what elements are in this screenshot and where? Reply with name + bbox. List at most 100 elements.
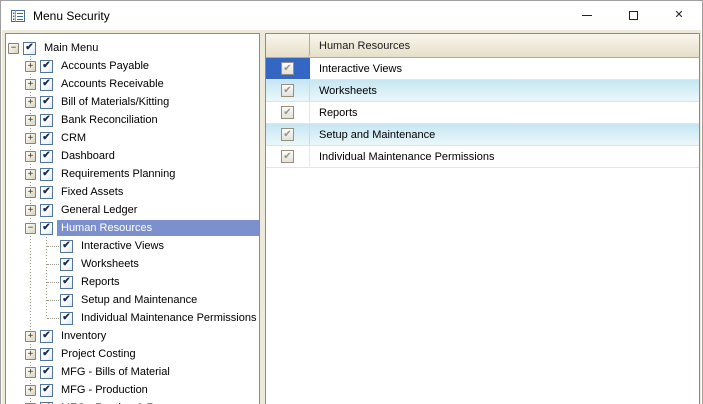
- tree-item-label[interactable]: Interactive Views: [77, 238, 168, 254]
- expand-toggle-icon[interactable]: +: [25, 331, 36, 342]
- tree-item-checkbox[interactable]: ✔: [60, 294, 73, 307]
- grid-checkbox-cell[interactable]: ✔: [266, 102, 310, 123]
- tree-item-checkbox[interactable]: ✔: [40, 132, 53, 145]
- expand-toggle-icon[interactable]: +: [25, 133, 36, 144]
- tree-item-checkbox[interactable]: ✔: [40, 366, 53, 379]
- tree-item-checkbox[interactable]: ✔: [40, 114, 53, 127]
- grid-row-checkbox[interactable]: ✔: [281, 128, 294, 141]
- grid-row-checkbox[interactable]: ✔: [281, 84, 294, 97]
- tree-item-checkbox[interactable]: ✔: [40, 96, 53, 109]
- tree-item-label[interactable]: MFG - Bills of Material: [57, 364, 174, 380]
- tree-item[interactable]: + ✔ CRM: [6, 129, 259, 147]
- grid-row-checkbox[interactable]: ✔: [281, 150, 294, 163]
- tree-item-checkbox[interactable]: ✔: [60, 312, 73, 325]
- expand-toggle-icon[interactable]: +: [25, 385, 36, 396]
- tree-item[interactable]: + ✔ Bank Reconciliation: [6, 111, 259, 129]
- close-button[interactable]: ✕: [656, 1, 702, 30]
- tree-item-checkbox[interactable]: ✔: [60, 240, 73, 253]
- expand-toggle-icon[interactable]: +: [25, 205, 36, 216]
- tree-item-checkbox[interactable]: ✔: [23, 42, 36, 55]
- tree-item-label[interactable]: MFG - Production: [57, 382, 152, 398]
- tree-item[interactable]: + ✔ Accounts Receivable: [6, 75, 259, 93]
- tree-item[interactable]: + ✔ General Ledger: [6, 201, 259, 219]
- tree-item[interactable]: + ✔ Accounts Payable: [6, 57, 259, 75]
- grid-checkbox-cell[interactable]: ✔: [266, 146, 310, 167]
- tree-item[interactable]: + ✔ Inventory: [6, 327, 259, 345]
- tree-item-label[interactable]: General Ledger: [57, 202, 141, 218]
- grid-checkbox-cell[interactable]: ✔: [266, 58, 310, 79]
- minimize-button[interactable]: [564, 1, 610, 30]
- tree-item-checkbox[interactable]: ✔: [40, 222, 53, 235]
- tree-item[interactable]: + ✔ Fixed Assets: [6, 183, 259, 201]
- tree-item-checkbox[interactable]: ✔: [40, 348, 53, 361]
- tree-item-checkbox[interactable]: ✔: [60, 276, 73, 289]
- tree-item[interactable]: − ✔ Main Menu: [6, 39, 259, 57]
- expand-toggle-icon[interactable]: +: [25, 169, 36, 180]
- grid-checkbox-cell[interactable]: ✔: [266, 80, 310, 101]
- grid-checkbox-cell[interactable]: ✔: [266, 124, 310, 145]
- tree-item-checkbox[interactable]: ✔: [60, 258, 73, 271]
- tree-item-checkbox[interactable]: ✔: [40, 150, 53, 163]
- tree-item-label[interactable]: Main Menu: [40, 40, 102, 56]
- tree-item-checkbox[interactable]: ✔: [40, 60, 53, 73]
- tree-item[interactable]: + ✔ MFG - Production: [6, 381, 259, 399]
- tree-item-checkbox[interactable]: ✔: [40, 384, 53, 397]
- grid-row[interactable]: ✔ Individual Maintenance Permissions: [266, 146, 699, 168]
- tree-item[interactable]: + ✔ Project Costing: [6, 345, 259, 363]
- grid-row[interactable]: ✔ Interactive Views: [266, 58, 699, 80]
- tree-item-label[interactable]: CRM: [57, 130, 90, 146]
- tree-item-label[interactable]: Worksheets: [77, 256, 143, 272]
- tree-item[interactable]: + ✔ MFG - Bills of Material: [6, 363, 259, 381]
- check-icon: ✔: [283, 108, 291, 118]
- grid-row[interactable]: ✔ Reports: [266, 102, 699, 124]
- expand-toggle-icon[interactable]: −: [8, 43, 19, 54]
- tree-item-label[interactable]: Bank Reconciliation: [57, 112, 162, 128]
- tree-item-label[interactable]: Accounts Payable: [57, 58, 153, 74]
- tree-item[interactable]: + ✔ Dashboard: [6, 147, 259, 165]
- tree-item[interactable]: + ✔ MFG - Routing & Resources: [6, 399, 259, 404]
- tree-item-label[interactable]: Dashboard: [57, 148, 119, 164]
- grid-row-checkbox[interactable]: ✔: [281, 106, 294, 119]
- grid-row[interactable]: ✔ Setup and Maintenance: [266, 124, 699, 146]
- grid-row-checkbox[interactable]: ✔: [281, 62, 294, 75]
- tree-item-label[interactable]: Inventory: [57, 328, 110, 344]
- tree-item-label[interactable]: Human Resources: [57, 220, 259, 236]
- expand-toggle-icon[interactable]: +: [25, 349, 36, 360]
- expand-toggle-icon[interactable]: +: [25, 151, 36, 162]
- tree-item-checkbox[interactable]: ✔: [40, 204, 53, 217]
- tree-item[interactable]: + ✔ Requirements Planning: [6, 165, 259, 183]
- tree-item[interactable]: ✔ Interactive Views: [6, 237, 259, 255]
- tree-item-label[interactable]: Accounts Receivable: [57, 76, 168, 92]
- maximize-button[interactable]: [610, 1, 656, 30]
- expand-toggle-icon[interactable]: −: [25, 223, 36, 234]
- menu-tree-panel: − ✔ Main Menu + ✔ Accounts Payable + ✔ A…: [5, 33, 260, 404]
- tree-item[interactable]: − ✔ Human Resources: [6, 219, 259, 237]
- tree-item-label[interactable]: Project Costing: [57, 346, 140, 362]
- tree-item-label[interactable]: Fixed Assets: [57, 184, 127, 200]
- expand-toggle-icon[interactable]: +: [25, 79, 36, 90]
- expand-toggle-icon[interactable]: +: [25, 367, 36, 378]
- tree-item-checkbox[interactable]: ✔: [40, 330, 53, 343]
- grid-row-label: Interactive Views: [310, 58, 402, 79]
- tree-item[interactable]: ✔ Worksheets: [6, 255, 259, 273]
- expand-toggle-icon[interactable]: +: [25, 115, 36, 126]
- expand-toggle-icon[interactable]: +: [25, 187, 36, 198]
- tree-item-checkbox[interactable]: ✔: [40, 78, 53, 91]
- tree-item-label[interactable]: MFG - Routing & Resources: [57, 400, 203, 404]
- tree-item-label[interactable]: Individual Maintenance Permissions: [77, 310, 260, 326]
- expand-toggle-icon[interactable]: +: [25, 61, 36, 72]
- tree-item-label[interactable]: Reports: [77, 274, 124, 290]
- tree-item-checkbox[interactable]: ✔: [40, 168, 53, 181]
- check-icon: ✔: [42, 205, 50, 215]
- tree-item-label[interactable]: Bill of Materials/Kitting: [57, 94, 173, 110]
- tree-item-checkbox[interactable]: ✔: [40, 186, 53, 199]
- tree-item[interactable]: ✔ Reports: [6, 273, 259, 291]
- tree-item[interactable]: + ✔ Bill of Materials/Kitting: [6, 93, 259, 111]
- expand-toggle-icon[interactable]: +: [25, 97, 36, 108]
- grid-row[interactable]: ✔ Worksheets: [266, 80, 699, 102]
- tree-item[interactable]: ✔ Individual Maintenance Permissions: [6, 309, 259, 327]
- check-icon: ✔: [25, 43, 33, 53]
- tree-item[interactable]: ✔ Setup and Maintenance: [6, 291, 259, 309]
- tree-item-label[interactable]: Requirements Planning: [57, 166, 179, 182]
- tree-item-label[interactable]: Setup and Maintenance: [77, 292, 201, 308]
